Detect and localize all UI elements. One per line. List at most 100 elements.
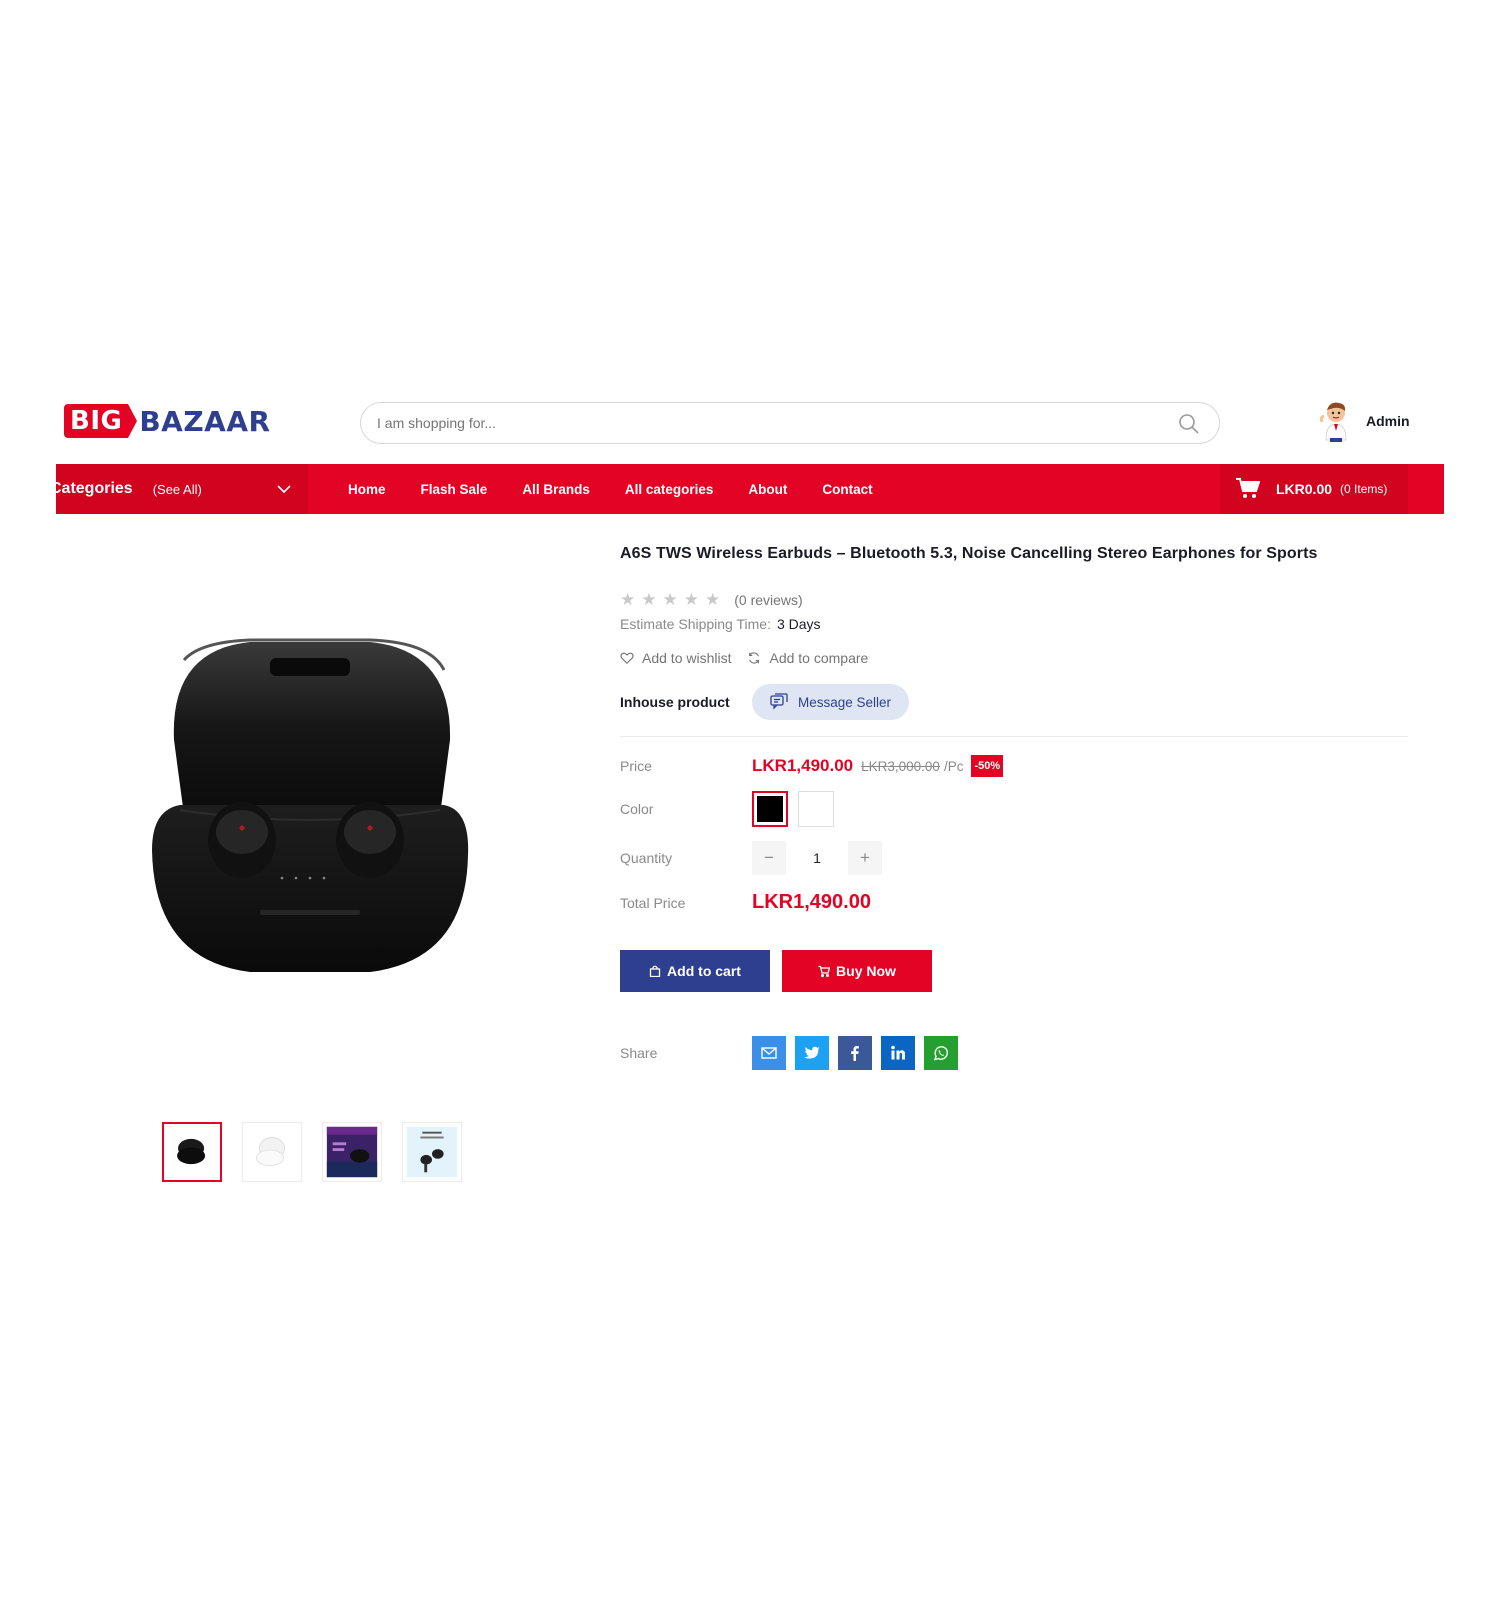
refresh-icon — [749, 652, 760, 664]
user-name: Admin — [1366, 413, 1410, 429]
logo-bazaar-text: BAZAAR — [139, 404, 271, 438]
facebook-icon — [851, 1046, 859, 1061]
search-input[interactable] — [377, 403, 1157, 443]
whatsapp-icon — [933, 1046, 949, 1061]
product-info: A6S TWS Wireless Earbuds – Bluetooth 5.3… — [620, 540, 1408, 1070]
thumbnail-image — [326, 1126, 378, 1178]
thumbnail-strip — [162, 1122, 482, 1182]
add-to-cart-label: Add to cart — [667, 963, 741, 979]
thumbnail-promo-banner[interactable] — [322, 1122, 382, 1182]
heart-icon — [620, 652, 634, 665]
wishlist-label: Add to wishlist — [642, 650, 732, 666]
total-price-value: LKR1,490.00 — [752, 891, 871, 913]
thumbnail-white-case[interactable] — [242, 1122, 302, 1182]
product-main-image[interactable] — [140, 620, 480, 1000]
color-swatch-black[interactable] — [752, 791, 788, 827]
divider — [620, 736, 1408, 737]
search-icon[interactable] — [1177, 412, 1201, 436]
share-label: Share — [620, 1045, 658, 1061]
color-row: Color — [620, 791, 1408, 827]
product-title: A6S TWS Wireless Earbuds – Bluetooth 5.3… — [620, 545, 1318, 562]
logo-big-text: BIG — [64, 404, 129, 438]
linkedin-icon — [891, 1045, 905, 1060]
color-label: Color — [620, 801, 654, 817]
quantity-increase-button[interactable]: + — [848, 841, 882, 875]
swatch-fill — [757, 796, 783, 822]
avatar — [1319, 402, 1347, 442]
see-all-link[interactable]: (See All) — [153, 482, 202, 497]
site-logo[interactable]: BIG BAZAAR — [64, 404, 271, 438]
cart-button[interactable]: LKR0.00 (0 Items) — [1220, 464, 1408, 514]
logo-tag-shape — [128, 404, 138, 438]
nav-menu: Home Flash Sale All Brands All categorie… — [348, 464, 908, 514]
buy-now-button[interactable]: Buy Now — [782, 950, 932, 992]
search-bar — [360, 402, 1220, 444]
compare-label: Add to compare — [769, 650, 869, 666]
share-whatsapp-button[interactable] — [924, 1036, 958, 1070]
message-seller-label: Message Seller — [798, 694, 892, 710]
quantity-label: Quantity — [620, 850, 673, 866]
share-linkedin-button[interactable] — [881, 1036, 915, 1070]
thumbnail-image — [406, 1126, 458, 1178]
thumbnail-black-case[interactable] — [162, 1122, 222, 1182]
chat-icon — [770, 693, 788, 710]
seller-row: Inhouse product Message Seller — [620, 684, 1408, 720]
shipping-value: 3 Days — [776, 616, 821, 632]
thumbnail-image — [256, 1137, 286, 1167]
star-icon: ★ — [705, 590, 721, 609]
cart-icon — [1236, 478, 1260, 498]
review-count[interactable]: (0 reviews) — [734, 592, 802, 608]
twitter-icon — [804, 1046, 820, 1059]
nav-item-about[interactable]: About — [748, 482, 787, 497]
user-menu[interactable]: Admin — [1318, 400, 1410, 442]
thumbnail-feature-image[interactable] — [402, 1122, 462, 1182]
chevron-down-icon — [277, 485, 291, 494]
message-seller-button[interactable]: Message Seller — [752, 684, 910, 720]
share-twitter-button[interactable] — [795, 1036, 829, 1070]
nav-item-all-brands[interactable]: All Brands — [522, 482, 590, 497]
quantity-row: Quantity − + — [620, 841, 1408, 875]
nav-item-flash-sale[interactable]: Flash Sale — [421, 482, 488, 497]
discount-badge: -50% — [971, 755, 1004, 777]
main-navbar: Categories (See All) Home Flash Sale All… — [50, 464, 1444, 514]
purchase-buttons: Add to cart Buy Now — [620, 950, 1408, 992]
shipping-label: Estimate Shipping Time: — [620, 616, 771, 632]
color-swatch-white[interactable] — [798, 791, 834, 827]
inhouse-product-label: Inhouse product — [620, 694, 730, 710]
swatch-fill — [802, 795, 830, 823]
star-icon: ★ — [662, 590, 678, 609]
price-unit: /Pc — [943, 758, 964, 774]
nav-item-contact[interactable]: Contact — [822, 482, 872, 497]
thumbnail-image — [177, 1138, 206, 1165]
nav-item-home[interactable]: Home — [348, 482, 386, 497]
rating-row: ★ ★ ★ ★ ★ (0 reviews) — [620, 590, 1408, 610]
share-row: Share — [620, 1036, 1408, 1070]
nav-item-all-categories[interactable]: All categories — [625, 482, 714, 497]
cart-item-count: (0 Items) — [1340, 482, 1388, 496]
total-price-row: Total Price LKR1,490.00 — [620, 891, 1408, 914]
current-price: LKR1,490.00 — [752, 756, 854, 775]
product-actions: Add to wishlist Add to compare — [620, 650, 1408, 666]
star-icon: ★ — [683, 590, 699, 609]
categories-label: Categories — [50, 480, 133, 497]
share-email-button[interactable] — [752, 1036, 786, 1070]
shopping-bag-icon — [649, 965, 661, 977]
price-row: Price LKR1,490.00 LKR3,000.00 /Pc -50% — [620, 755, 1408, 777]
add-to-cart-button[interactable]: Add to cart — [620, 950, 770, 992]
add-to-compare-button[interactable]: Add to compare — [747, 650, 868, 666]
quantity-decrease-button[interactable]: − — [752, 841, 786, 875]
cart-icon — [818, 965, 831, 977]
share-facebook-button[interactable] — [838, 1036, 872, 1070]
cart-total: LKR0.00 — [1276, 481, 1333, 497]
star-icon: ★ — [620, 590, 636, 609]
categories-dropdown[interactable]: Categories (See All) — [50, 464, 308, 514]
total-price-label: Total Price — [620, 894, 686, 911]
original-price: LKR3,000.00 — [861, 758, 940, 774]
email-icon — [761, 1047, 777, 1059]
price-label: Price — [620, 758, 652, 774]
add-to-wishlist-button[interactable]: Add to wishlist — [620, 650, 731, 666]
quantity-input[interactable] — [786, 850, 848, 866]
star-icon: ★ — [641, 590, 657, 609]
buy-now-label: Buy Now — [836, 963, 896, 979]
shipping-estimate: Estimate Shipping Time: 3 Days — [620, 616, 1408, 632]
